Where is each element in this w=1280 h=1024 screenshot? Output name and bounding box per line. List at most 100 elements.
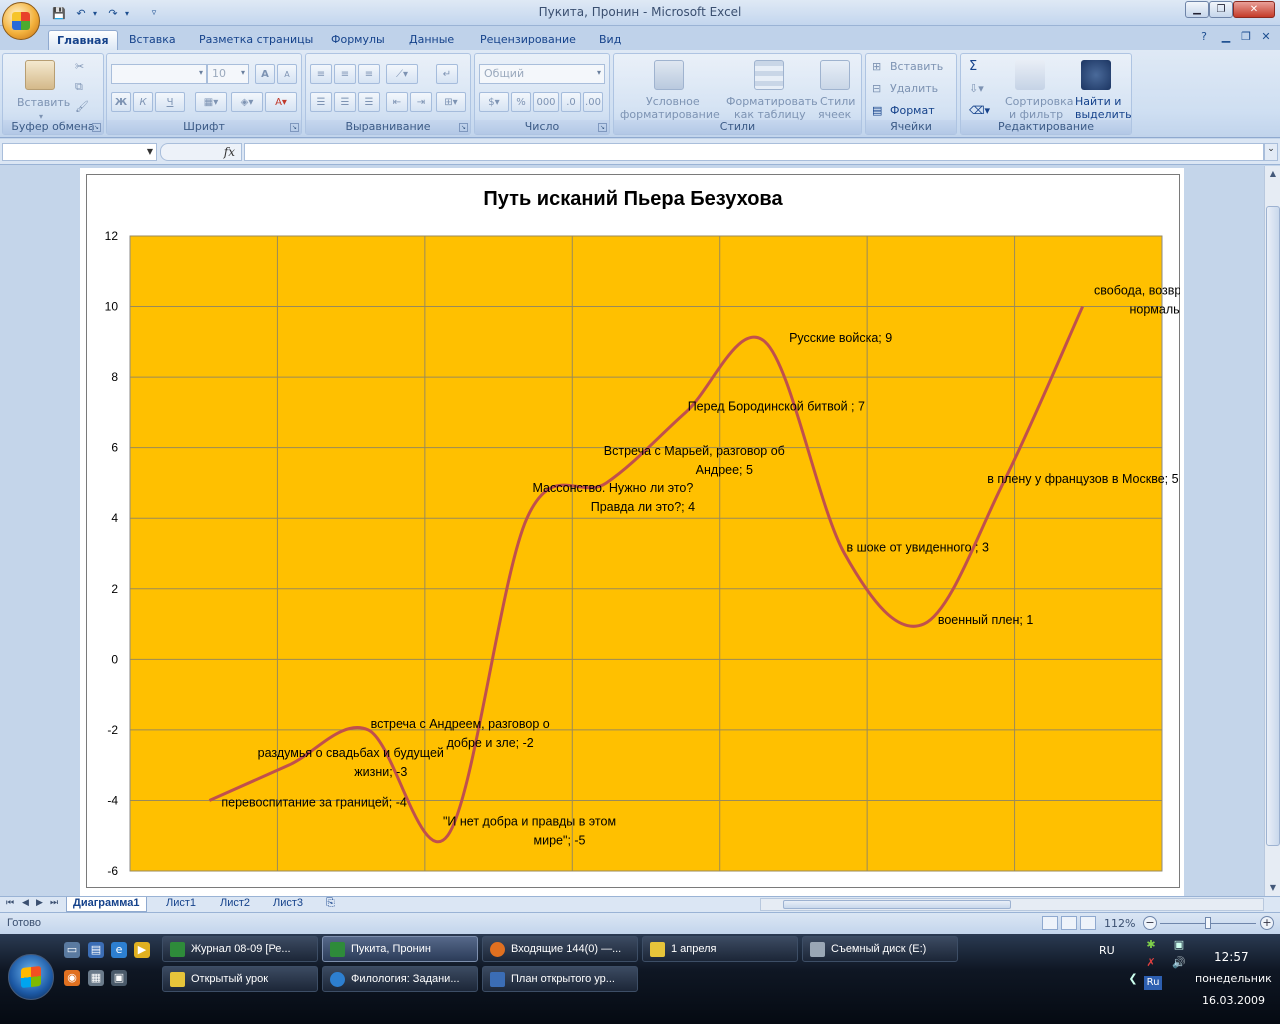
tab-formulas[interactable]: Формулы	[323, 30, 393, 50]
decrease-indent-icon[interactable]: ⇤	[386, 92, 408, 112]
decrease-decimal-icon[interactable]: .00	[583, 92, 603, 112]
show-desktop-icon[interactable]: ▭	[64, 942, 80, 958]
keyboard-layout-icon[interactable]: Ru	[1144, 976, 1162, 990]
data-label[interactable]: Массонство. Нужно ли это?	[533, 481, 694, 495]
format-cells-button[interactable]: Формат	[890, 104, 935, 117]
data-label[interactable]: нормальной жизни; 10	[1129, 303, 1180, 317]
align-top-icon[interactable]: ≡	[310, 64, 332, 84]
merge-center-icon[interactable]: ⊞▾	[436, 92, 466, 112]
workbook-close-icon[interactable]: ✕	[1258, 30, 1274, 46]
clipboard-launcher-icon[interactable]: ↘	[92, 123, 101, 132]
tab-insert[interactable]: Вставка	[121, 30, 184, 50]
font-size-combo[interactable]: 10 ▾	[207, 64, 249, 84]
orientation-icon[interactable]: ⟋▾	[386, 64, 418, 84]
taskbar-button-journal[interactable]: Журнал 08-09 [Ре...	[162, 936, 318, 962]
insert-cells-button[interactable]: Вставить	[890, 60, 943, 73]
scroll-down-icon[interactable]: ▼	[1266, 880, 1280, 896]
taskbar-button-april[interactable]: 1 апреля	[642, 936, 798, 962]
data-label[interactable]: "И нет добра и правды в этом	[443, 815, 616, 829]
thousands-button[interactable]: 000	[533, 92, 559, 112]
align-right-icon[interactable]: ☰	[358, 92, 380, 112]
increase-indent-icon[interactable]: ⇥	[410, 92, 432, 112]
firefox-icon[interactable]: ◉	[64, 970, 80, 986]
fill-color-icon[interactable]: ◈▾	[231, 92, 263, 112]
media-player-icon[interactable]: ▶	[134, 942, 150, 958]
ribbon-minimize-icon[interactable]: ▁	[1218, 30, 1234, 46]
calculator-icon[interactable]: ▦	[88, 970, 104, 986]
wrap-text-icon[interactable]: ↵	[436, 64, 458, 84]
data-label[interactable]: Правда ли это?; 4	[591, 500, 695, 514]
zoom-out-button[interactable]: −	[1143, 916, 1157, 930]
underline-button[interactable]: Ч	[155, 92, 185, 112]
data-label[interactable]: жизни; -3	[354, 765, 407, 779]
sheet-tab-list1[interactable]: Лист1	[160, 897, 202, 912]
zoom-in-button[interactable]: +	[1260, 916, 1274, 930]
delete-cells-button[interactable]: Удалить	[890, 82, 938, 95]
align-bottom-icon[interactable]: ≡	[358, 64, 380, 84]
align-left-icon[interactable]: ☰	[310, 92, 332, 112]
office-button[interactable]	[2, 2, 40, 40]
name-box[interactable]: ▼	[2, 143, 157, 161]
data-label[interactable]: перевоспитание за границей; -4	[221, 795, 406, 809]
copy-icon[interactable]: ⧉	[75, 80, 83, 93]
data-label[interactable]: мире"; -5	[534, 834, 586, 848]
switch-windows-icon[interactable]: ▤	[88, 942, 104, 958]
taskbar-button-removable-disk[interactable]: Съемный диск (E:)	[802, 936, 958, 962]
close-button[interactable]: ✕	[1233, 1, 1275, 18]
volume-icon[interactable]: 🔊	[1172, 956, 1186, 970]
page-layout-view-icon[interactable]	[1061, 916, 1077, 930]
tab-home[interactable]: Главная	[48, 30, 118, 50]
data-label[interactable]: военный плен; 1	[938, 613, 1034, 627]
data-label[interactable]: Русские войска; 9	[789, 331, 892, 345]
clear-icon[interactable]: ⌫▾	[969, 104, 990, 117]
align-center-icon[interactable]: ☰	[334, 92, 356, 112]
ribbon-restore-icon[interactable]: ❐	[1238, 30, 1254, 46]
vertical-scroll-thumb[interactable]	[1266, 206, 1280, 846]
insert-function-button[interactable]: fx	[224, 145, 235, 159]
taskbar-button-excel[interactable]: Пукита, Пронин	[322, 936, 478, 962]
sheet-tab-chart1[interactable]: Диаграмма1	[66, 897, 147, 912]
data-label[interactable]: встреча с Андреем, разговор о	[371, 717, 550, 731]
last-sheet-icon[interactable]: ⏭	[50, 898, 58, 908]
taskbar-button-open-lesson[interactable]: Открытый урок	[162, 966, 318, 992]
maximize-button[interactable]: ❐	[1209, 1, 1233, 18]
cell-styles-icon[interactable]	[820, 60, 850, 90]
insert-cells-icon[interactable]: ⊞	[872, 60, 881, 73]
start-button[interactable]	[8, 954, 54, 1000]
align-middle-icon[interactable]: ≡	[334, 64, 356, 84]
bold-button[interactable]: Ж	[111, 92, 131, 112]
vertical-scrollbar[interactable]: ▲ ▼	[1264, 166, 1280, 896]
format-as-table-icon[interactable]	[754, 60, 784, 90]
prev-sheet-icon[interactable]: ◀	[22, 898, 29, 908]
horizontal-scrollbar[interactable]	[760, 898, 1264, 911]
data-label[interactable]: в плену у французов в Москве; 5	[987, 472, 1178, 486]
tray-green-icon[interactable]: ✱	[1144, 938, 1158, 952]
increase-decimal-icon[interactable]: .0	[561, 92, 581, 112]
cut-icon[interactable]: ✂	[75, 60, 84, 73]
tray-expand-icon[interactable]: ❮	[1126, 972, 1140, 986]
minimize-button[interactable]: ▁	[1185, 1, 1209, 18]
number-launcher-icon[interactable]: ↘	[598, 123, 607, 132]
tray-alert-icon[interactable]: ✗	[1144, 956, 1158, 970]
cell-styles-label-1[interactable]: Стили	[820, 95, 855, 108]
plot-area[interactable]	[129, 235, 1163, 872]
font-name-combo[interactable]: ▾	[111, 64, 207, 84]
normal-view-icon[interactable]	[1042, 916, 1058, 930]
paste-icon[interactable]	[25, 60, 55, 90]
taskbar-button-philology[interactable]: Филология: Задани...	[322, 966, 478, 992]
find-select-icon[interactable]	[1081, 60, 1111, 90]
page-break-view-icon[interactable]	[1080, 916, 1096, 930]
language-indicator[interactable]: RU	[1099, 944, 1115, 957]
next-sheet-icon[interactable]: ▶	[36, 898, 43, 908]
conditional-formatting-label-1[interactable]: Условное	[646, 95, 700, 108]
alignment-launcher-icon[interactable]: ↘	[459, 123, 468, 132]
fill-icon[interactable]: ⇩▾	[969, 82, 984, 95]
delete-cells-icon[interactable]: ⊟	[872, 82, 881, 95]
zoom-slider-thumb[interactable]	[1205, 917, 1211, 929]
data-label[interactable]: Встреча с Марьей, разговор об	[604, 444, 785, 458]
taskbar-button-inbox[interactable]: Входящие 144(0) —...	[482, 936, 638, 962]
conditional-formatting-icon[interactable]	[654, 60, 684, 90]
taskbar-button-lesson-plan[interactable]: План открытого ур...	[482, 966, 638, 992]
tab-data[interactable]: Данные	[401, 30, 462, 50]
scroll-up-icon[interactable]: ▲	[1266, 166, 1280, 182]
